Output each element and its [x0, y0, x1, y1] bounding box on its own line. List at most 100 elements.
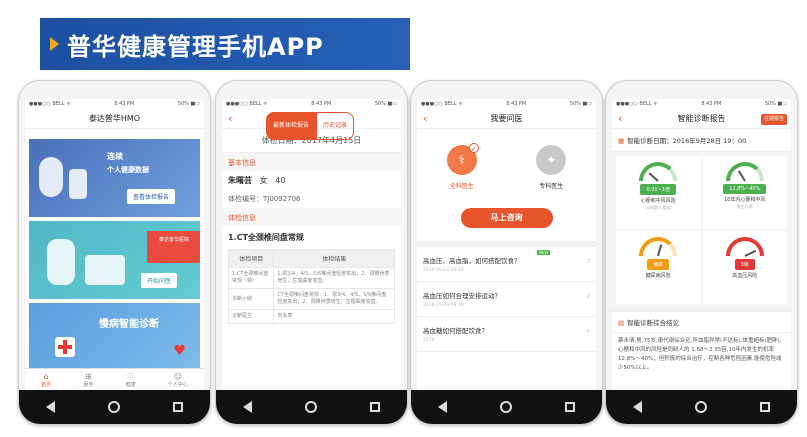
tab-label: 服务: [83, 381, 94, 388]
screen: ●●●○○ BELL ᯤ 8:43 PM 50% ■▭ ‹ 智能诊断报告 往期报…: [612, 99, 791, 390]
user-icon: ☺: [173, 371, 183, 381]
recent-apps-icon[interactable]: [370, 402, 381, 412]
health-data-card[interactable]: 连续 个人健康数据 查看体检报告: [29, 139, 200, 217]
recent-apps-icon[interactable]: [173, 402, 184, 412]
tab-health[interactable]: ♡ 健康: [126, 372, 136, 388]
patient-gender: 女: [259, 176, 268, 185]
risk-gauges: 0.01~1倍 心梗和中风风险 （与同龄人相比） 12.8%~40% 10年内心…: [612, 152, 791, 308]
recent-apps-icon[interactable]: [760, 402, 771, 412]
back-chevron-icon[interactable]: ‹: [423, 109, 427, 129]
question-list: NEW 高血压、高血脂，如何搭配饮食？ 2016-05-13 11:33 2 高…: [417, 241, 596, 352]
general-doctor-option[interactable]: ⚕ ✓ 全科医生: [446, 143, 479, 190]
tab-home[interactable]: ⌂ 首页: [41, 372, 51, 388]
home-circle-icon[interactable]: [499, 401, 512, 413]
android-nav-bar: [216, 390, 407, 424]
back-icon[interactable]: [45, 401, 55, 413]
patient-age: 40: [275, 176, 286, 185]
comment-count: 5: [586, 329, 590, 335]
back-icon[interactable]: [437, 401, 447, 413]
doctor-illustration: [47, 239, 75, 285]
back-icon[interactable]: [632, 401, 642, 413]
table-cell: 1.CT全颈椎间盘常规（颈）: [227, 267, 275, 289]
table-cell: CT全颈椎间盘常规：1、颈3/4、4/5、5/6椎间盘轻度突出；2、颈椎骨质增生…: [273, 288, 395, 310]
phone-illustration: [69, 169, 87, 199]
page-title: 普华健康管理手机APP: [67, 32, 324, 61]
status-bar: ●●●○○ BELL ᯤ 8:43 PM 50% ■▭: [25, 99, 204, 109]
doctor-label: 专科医生: [539, 183, 564, 190]
home-circle-icon[interactable]: [304, 401, 317, 413]
exam-table: 体检项目 体检结果 1.CT全颈椎间盘常规（颈） 1.颈3/4、4/5、5/6椎…: [227, 249, 395, 324]
carrier-text: ●●●○○ BELL ᯤ: [226, 101, 268, 107]
app-header: ‹ 我要问医: [417, 109, 596, 129]
gauge-card[interactable]: 0.01~1倍 心梗和中风风险 （与同龄人相比）: [616, 156, 701, 229]
status-bar: ●●●○○ BELL ᯤ 8:43 PM 50% ■▭: [417, 99, 596, 109]
tab-latest-report[interactable]: 最新体检报告: [266, 112, 317, 140]
android-nav-bar: [606, 390, 797, 424]
comment-count: 2: [586, 259, 590, 265]
carrier-text: ●●●○○ BELL ᯤ: [616, 101, 658, 107]
carrier-text: ●●●○○ BELL ᯤ: [421, 101, 463, 107]
battery-text: 50% ■▭: [177, 101, 200, 107]
home-icon: ⌂: [43, 371, 49, 381]
gauge-sublabel: （与同龄人相比）: [642, 205, 675, 210]
gauge-card[interactable]: 偏高 糖尿病风险: [616, 231, 701, 304]
tab-profile[interactable]: ☺ 个人中心: [168, 372, 188, 388]
table-row: 诊断医生 刘永寒: [227, 309, 395, 324]
list-item[interactable]: NEW 高血压、高血脂，如何搭配饮食？ 2016-05-13 11:33 2: [417, 247, 596, 282]
list-item[interactable]: 高血糖如何搭配饮食？ 2016 5: [417, 317, 596, 352]
status-bar: ●●●○○ BELL ᯤ 8:43 PM 50% ■▭: [612, 99, 791, 109]
patient-info: 朱曙芸 女 40: [222, 171, 401, 190]
gauge-needle: [648, 172, 659, 182]
tab-service[interactable]: ⊞ 服务: [83, 372, 93, 388]
gauge-card[interactable]: 3级 高血压风险: [702, 231, 787, 304]
list-item[interactable]: 高血压如何合理安排运动？ 2016-05-09 08:09 2: [417, 282, 596, 317]
gauge-card[interactable]: 12.8%~40% 10年内心梗和中风 发生几率: [702, 156, 787, 229]
conclusion-header: ▤ 智能诊断综合结论: [612, 308, 791, 333]
time-text: 8:43 PM: [114, 101, 135, 107]
consult-now-button[interactable]: 马上咨询: [460, 208, 553, 228]
carrier-text: ●●●○○ BELL ᯤ: [29, 101, 71, 107]
card-heading: 慢病智能诊断: [99, 319, 159, 330]
ask-doctor-card[interactable]: 泰达普华医院 开始问医: [29, 221, 200, 299]
phone-exam-report: ●●●○○ BELL ᯤ 8:43 PM 50% ■▭ ‹ 最新体检报告 历史记…: [215, 80, 408, 425]
stethoscope-icon: ⚕ ✓: [446, 143, 479, 175]
medical-kit-icon: [55, 337, 75, 357]
app-title: 智能诊断报告: [677, 114, 726, 123]
back-icon[interactable]: [242, 401, 252, 413]
phone-smart-diagnosis: ●●●○○ BELL ᯤ 8:43 PM 50% ■▭ ‹ 智能诊断报告 往期报…: [605, 80, 798, 425]
app-header: ‹ 最新体检报告 历史记录: [222, 109, 401, 140]
battery-text: 50% ■▭: [569, 101, 592, 107]
doctor-label: 全科医生: [449, 183, 474, 190]
tab-bar: ⌂ 首页 ⊞ 服务 ♡ 健康 ☺ 个人中心: [25, 368, 204, 390]
smart-diagnosis-card[interactable]: 慢病智能诊断 ♥: [29, 303, 200, 369]
view-report-button[interactable]: 查看体检报告: [127, 189, 176, 204]
table-header-row: 体检项目 体检结果: [227, 249, 395, 268]
tab-history[interactable]: 历史记录: [316, 112, 355, 140]
card-heading: 连续: [107, 152, 123, 161]
gauge-label: 糖尿病风险: [645, 273, 671, 279]
heart-icon: ♡: [127, 371, 135, 381]
comment-count: 2: [586, 294, 590, 300]
past-reports-button[interactable]: 往期报告: [760, 114, 787, 125]
start-consult-button[interactable]: 开始问医: [141, 273, 178, 288]
screen: ●●●○○ BELL ᯤ 8:43 PM 50% ■▭ ‹ 我要问医 ⚕ ✓ 全科…: [417, 99, 596, 390]
android-nav-bar: [411, 390, 602, 424]
calendar-icon: ▦: [618, 137, 625, 145]
home-circle-icon[interactable]: [694, 401, 707, 413]
document-icon: ▤: [618, 319, 625, 327]
gauge-needle: [657, 244, 663, 257]
home-circle-icon[interactable]: [107, 401, 120, 413]
doctor-type-selector: ⚕ ✓ 全科医生 ✦ 专科医生: [417, 143, 596, 190]
new-badge: NEW: [537, 250, 551, 255]
gauge-needle: [744, 249, 756, 257]
gauge-sublabel: 发生几率: [736, 204, 753, 209]
question-date: 2016-05-13 11:33: [423, 268, 464, 273]
back-chevron-icon[interactable]: ‹: [618, 109, 622, 129]
specialist-option[interactable]: ✦ 专科医生: [536, 145, 567, 190]
gauge-value: 0.01~1倍: [640, 184, 676, 195]
recent-apps-icon[interactable]: [565, 402, 576, 412]
question-text: 高血压如何合理安排运动？: [423, 292, 501, 300]
android-nav-bar: [19, 390, 210, 424]
back-chevron-icon[interactable]: ‹: [228, 109, 232, 129]
diagnosis-date-text: 智能诊断日期：2016年9月28日 19：00: [627, 137, 747, 145]
